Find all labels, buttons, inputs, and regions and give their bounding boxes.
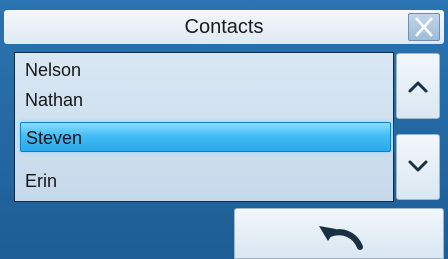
list-item-selected[interactable]: Steven [20,122,391,152]
contact-list: Nelson Nathan Steven Erin [14,52,394,202]
close-button[interactable] [408,13,440,41]
back-button[interactable] [234,208,444,259]
contacts-dialog: Contacts Nelson Nathan Steven Erin [0,0,448,259]
title-bar: Contacts [4,10,444,44]
close-icon [415,17,433,37]
scroll-up-button[interactable] [396,53,440,119]
list-item[interactable]: Nelson [15,55,393,85]
chevron-up-icon [408,81,428,93]
undo-arrow-icon [319,226,363,250]
dialog-title: Contacts [184,16,264,38]
list-item[interactable]: Erin [15,166,393,196]
scroll-down-button[interactable] [396,134,440,200]
chevron-down-icon [408,160,428,172]
list-item[interactable]: Nathan [15,85,393,115]
